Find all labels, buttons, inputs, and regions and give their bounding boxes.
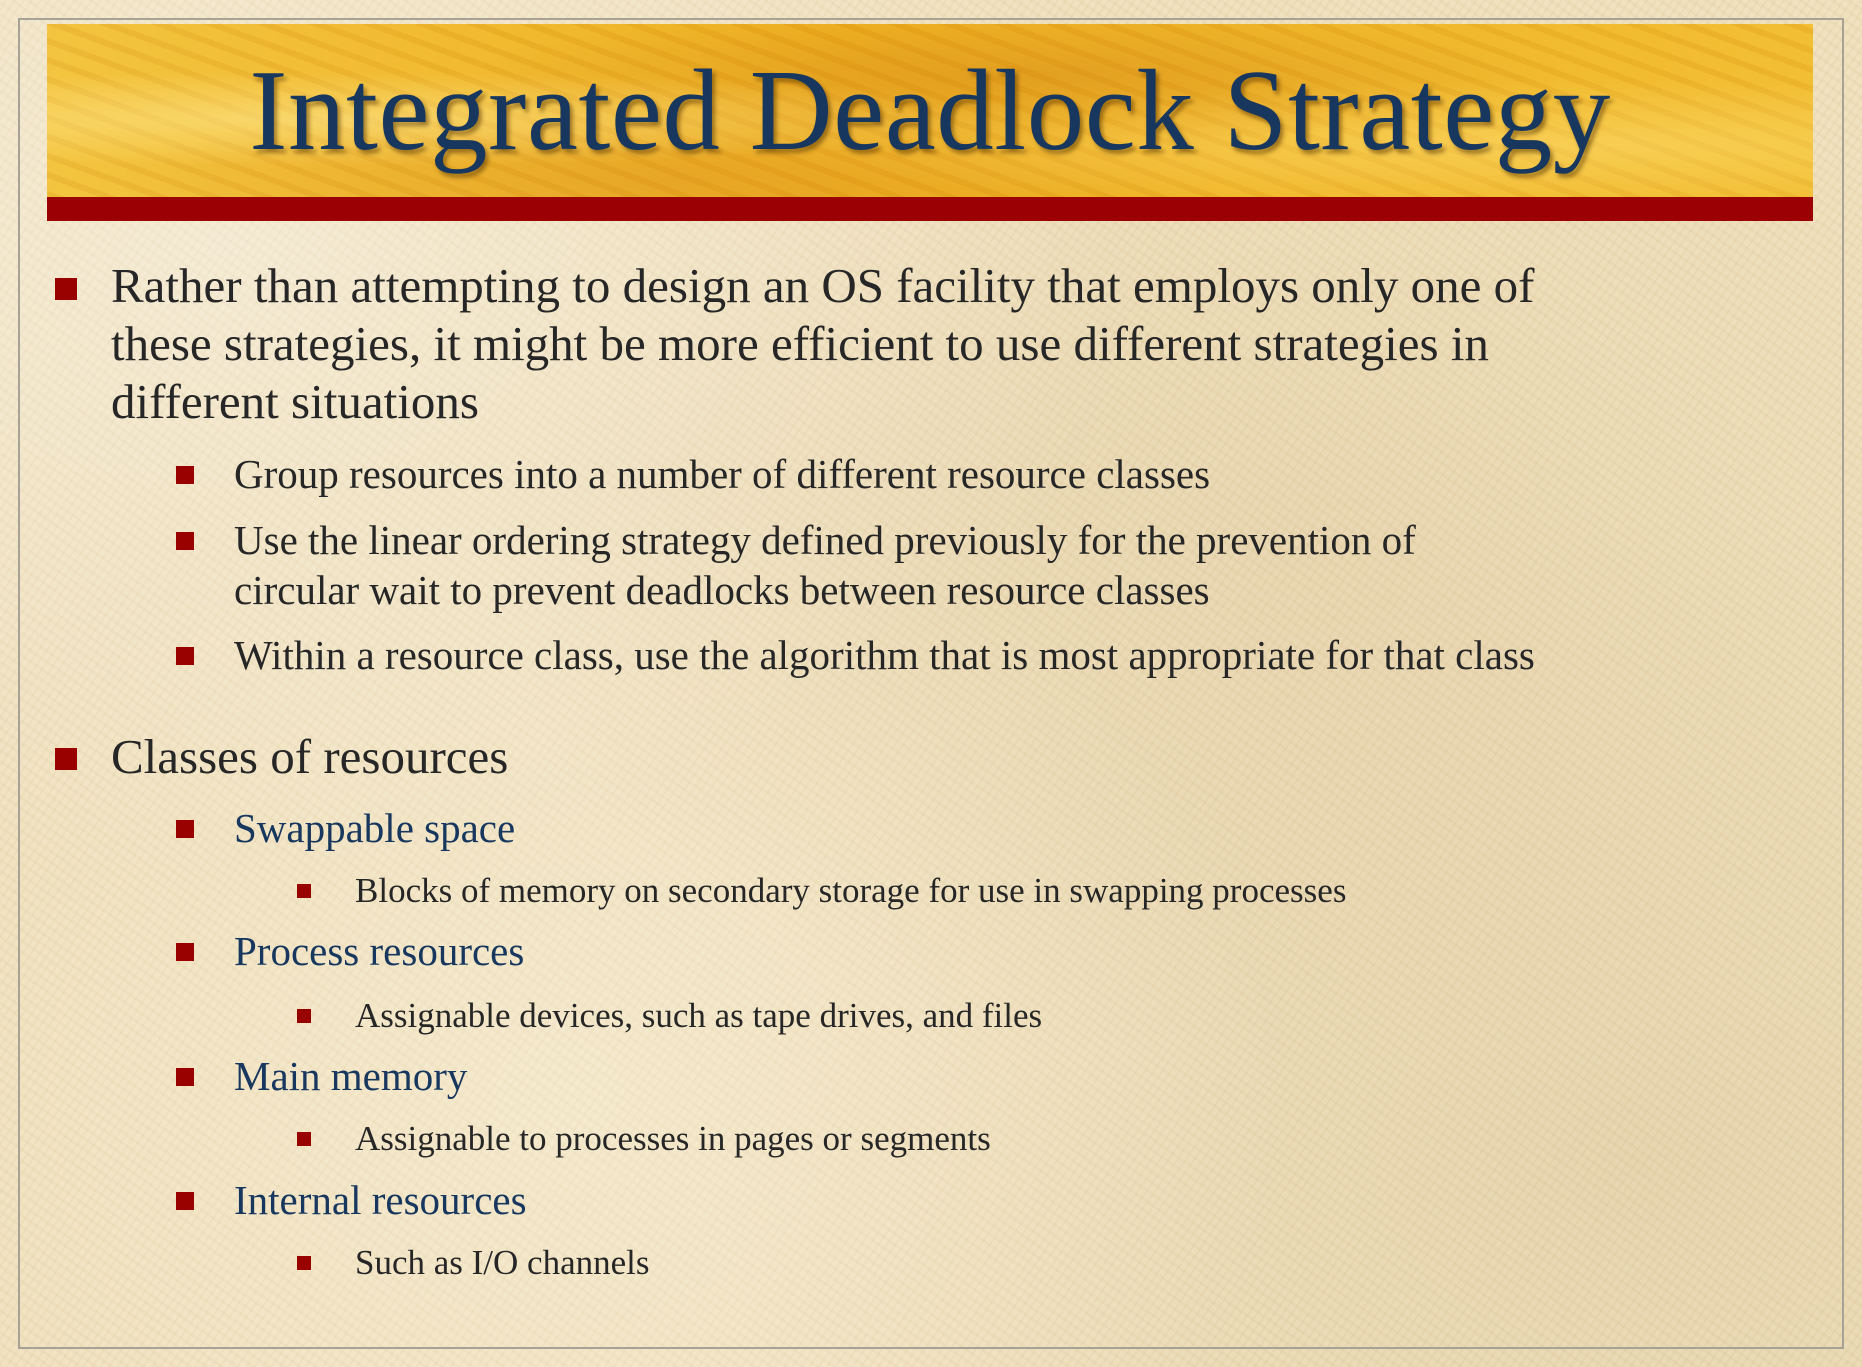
point-2-text: Classes of resources: [111, 729, 509, 784]
sub-bullet-square-icon: [176, 1192, 194, 1210]
class-detail-main-memory: Assignable to processes in pages or segm…: [355, 1119, 991, 1158]
sub-bullet-square-icon: [176, 647, 194, 665]
class-name-swappable-space: Swappable space: [234, 805, 516, 851]
class-name-main-memory: Main memory: [234, 1053, 468, 1099]
point-1-sub-1: Group resources into a number of differe…: [234, 451, 1211, 497]
sub-bullet-square-icon: [176, 820, 194, 838]
sub-sub-bullet-square-icon: [297, 1009, 311, 1023]
class-name-process-resources: Process resources: [234, 928, 525, 974]
bullet-square-icon: [55, 748, 77, 770]
class-detail-process-resources: Assignable devices, such as tape drives,…: [355, 996, 1043, 1035]
point-1-line-3: different situations: [111, 374, 479, 429]
point-1-line-1: Rather than attempting to design an OS f…: [111, 258, 1535, 313]
sub-sub-bullet-square-icon: [297, 884, 311, 898]
sub-bullet-square-icon: [176, 532, 194, 550]
sub-bullet-square-icon: [176, 466, 194, 484]
class-detail-internal-resources: Such as I/O channels: [355, 1243, 650, 1282]
sub-bullet-square-icon: [176, 1068, 194, 1086]
point-1-line-2: these strategies, it might be more effic…: [111, 316, 1489, 371]
class-name-internal-resources: Internal resources: [234, 1177, 527, 1223]
sub-sub-bullet-square-icon: [297, 1132, 311, 1146]
sub-bullet-square-icon: [176, 943, 194, 961]
class-detail-swappable-space: Blocks of memory on secondary storage fo…: [355, 871, 1347, 910]
point-1-sub-2-line-2: circular wait to prevent deadlocks betwe…: [234, 567, 1210, 613]
point-1-sub-2-line-1: Use the linear ordering strategy defined…: [234, 517, 1416, 563]
slide-content: Rather than attempting to design an OS f…: [0, 0, 1862, 1367]
bullet-square-icon: [55, 278, 77, 300]
point-1-sub-3: Within a resource class, use the algorit…: [234, 632, 1535, 678]
sub-sub-bullet-square-icon: [297, 1256, 311, 1270]
